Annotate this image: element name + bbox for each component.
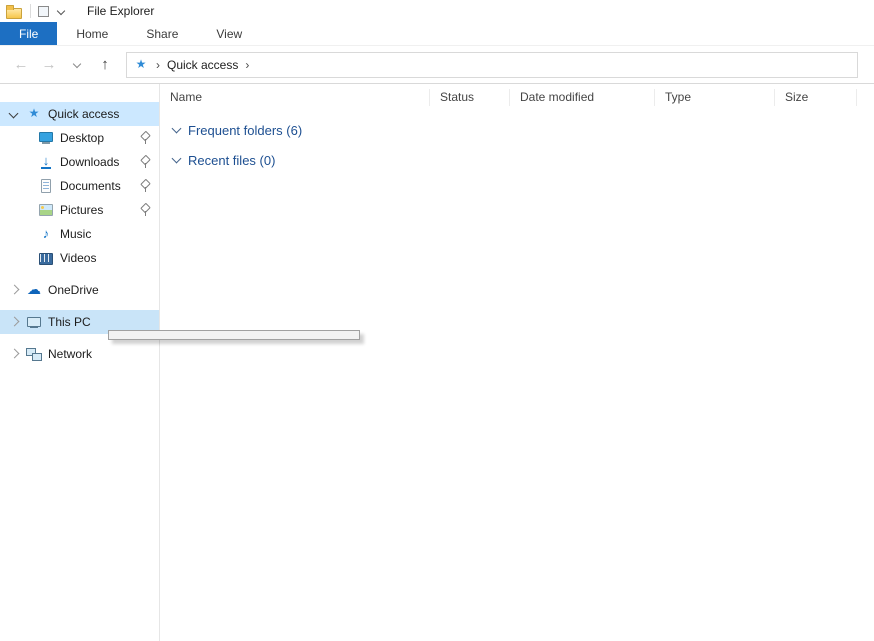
thispc-icon <box>26 314 42 330</box>
quickaccess-icon <box>133 57 149 73</box>
tree-expander-chevron-icon[interactable] <box>6 346 22 362</box>
sidebar-item-downloads[interactable]: Downloads <box>0 150 159 174</box>
sidebar-item-label: Pictures <box>60 203 103 217</box>
group-title: Recent files (0) <box>188 153 275 168</box>
pinned-pin-icon <box>139 155 151 169</box>
quick-access-toolbar-button-icon[interactable] <box>38 6 49 17</box>
sidebar-item-documents[interactable]: Documents <box>0 174 159 198</box>
window-title: File Explorer <box>87 4 154 18</box>
tree-expander-chevron-icon[interactable] <box>18 154 34 170</box>
nav-button-back-arrow[interactable] <box>8 52 34 78</box>
sidebar-item-pictures[interactable]: Pictures <box>0 198 159 222</box>
ribbon-tab-share[interactable]: Share <box>127 22 197 45</box>
sidebar-item-label: Music <box>60 227 91 241</box>
tree-expander-chevron-icon[interactable] <box>18 250 34 266</box>
breadcrumb-location[interactable]: Quick access <box>167 58 238 72</box>
downloads-icon <box>38 154 54 170</box>
toolbar-divider <box>30 4 31 18</box>
sidebar-item-label: Desktop <box>60 131 104 145</box>
up-arrow-icon <box>97 57 113 73</box>
music-icon <box>38 226 54 242</box>
nav-button-recent-locations-chevron[interactable] <box>64 52 90 78</box>
column-header-name[interactable]: Name <box>160 89 430 106</box>
tree-expander-chevron-icon[interactable] <box>18 178 34 194</box>
tree-expander-chevron-icon[interactable] <box>6 314 22 330</box>
file-explorer-window: File Explorer File Home Share View <box>0 0 874 641</box>
title-bar: File Explorer <box>0 0 874 22</box>
address-bar[interactable]: › Quick access › <box>126 52 858 78</box>
file-list-pane: Name Status Date modified Type Size Freq… <box>160 84 874 641</box>
column-header-type[interactable]: Type <box>655 89 775 106</box>
window-body: Quick access Desktop Downloads <box>0 84 874 641</box>
onedrive-icon <box>26 282 42 298</box>
group-header-recent-files[interactable]: Recent files (0) <box>160 150 874 170</box>
collapse-group-chevron-icon[interactable] <box>170 123 184 137</box>
customize-toolbar-chevron-icon[interactable] <box>56 6 66 16</box>
pinned-pin-icon <box>139 131 151 145</box>
pinned-pin-icon <box>139 179 151 193</box>
tree-expander-chevron-icon[interactable] <box>18 130 34 146</box>
explorer-folder-icon[interactable] <box>5 3 23 19</box>
sidebar-item-label: Quick access <box>48 107 119 121</box>
sidebar-item-videos[interactable]: Videos <box>0 246 159 270</box>
ribbon-tab-file[interactable]: File <box>0 22 57 45</box>
desktop-icon <box>38 130 54 146</box>
column-headers: Name Status Date modified Type Size <box>160 84 874 110</box>
documents-icon <box>38 178 54 194</box>
pictures-icon <box>38 202 54 218</box>
sidebar-item-label: Documents <box>60 179 121 193</box>
nav-button-up-arrow[interactable] <box>92 52 118 78</box>
collapse-group-chevron-icon[interactable] <box>170 153 184 167</box>
sidebar-item-desktop[interactable]: Desktop <box>0 126 159 150</box>
nav-buttons <box>8 52 118 78</box>
ribbon-tab-home[interactable]: Home <box>57 22 127 45</box>
navigation-pane: Quick access Desktop Downloads <box>0 84 160 641</box>
tree-expander-chevron-icon[interactable] <box>6 106 22 122</box>
breadcrumb-separator-icon[interactable]: › <box>238 58 256 72</box>
group-header-frequent-folders[interactable]: Frequent folders (6) <box>160 120 874 140</box>
videos-icon <box>38 250 54 266</box>
sidebar-item-label: This PC <box>48 315 91 329</box>
sidebar-item-onedrive[interactable]: OneDrive <box>0 278 159 302</box>
sidebar-item-music[interactable]: Music <box>0 222 159 246</box>
back-arrow-icon <box>13 57 29 73</box>
recent-locations-chevron-icon <box>69 57 85 73</box>
breadcrumb-separator-icon[interactable]: › <box>149 58 167 72</box>
column-header-status[interactable]: Status <box>430 89 510 106</box>
network-icon <box>26 346 42 362</box>
ribbon-tab-view[interactable]: View <box>197 22 261 45</box>
sidebar-item-label: Downloads <box>60 155 119 169</box>
sidebar-item-network[interactable]: Network <box>0 342 159 366</box>
ribbon-tabs: File Home Share View <box>0 22 874 46</box>
navigation-bar: › Quick access › <box>0 46 874 84</box>
tree-expander-chevron-icon[interactable] <box>6 282 22 298</box>
context-menu <box>108 330 360 340</box>
sidebar-item-label: OneDrive <box>48 283 99 297</box>
column-header-date-modified[interactable]: Date modified <box>510 89 655 106</box>
group-title: Frequent folders (6) <box>188 123 302 138</box>
sidebar-item-label: Videos <box>60 251 96 265</box>
sidebar-item-quick-access[interactable]: Quick access <box>0 102 159 126</box>
nav-button-forward-arrow[interactable] <box>36 52 62 78</box>
quickaccess-icon <box>26 106 42 122</box>
tree-expander-chevron-icon[interactable] <box>18 202 34 218</box>
sidebar-item-label: Network <box>48 347 92 361</box>
forward-arrow-icon <box>41 57 57 73</box>
pinned-pin-icon <box>139 203 151 217</box>
tree-expander-chevron-icon[interactable] <box>18 226 34 242</box>
column-header-size[interactable]: Size <box>775 89 857 106</box>
